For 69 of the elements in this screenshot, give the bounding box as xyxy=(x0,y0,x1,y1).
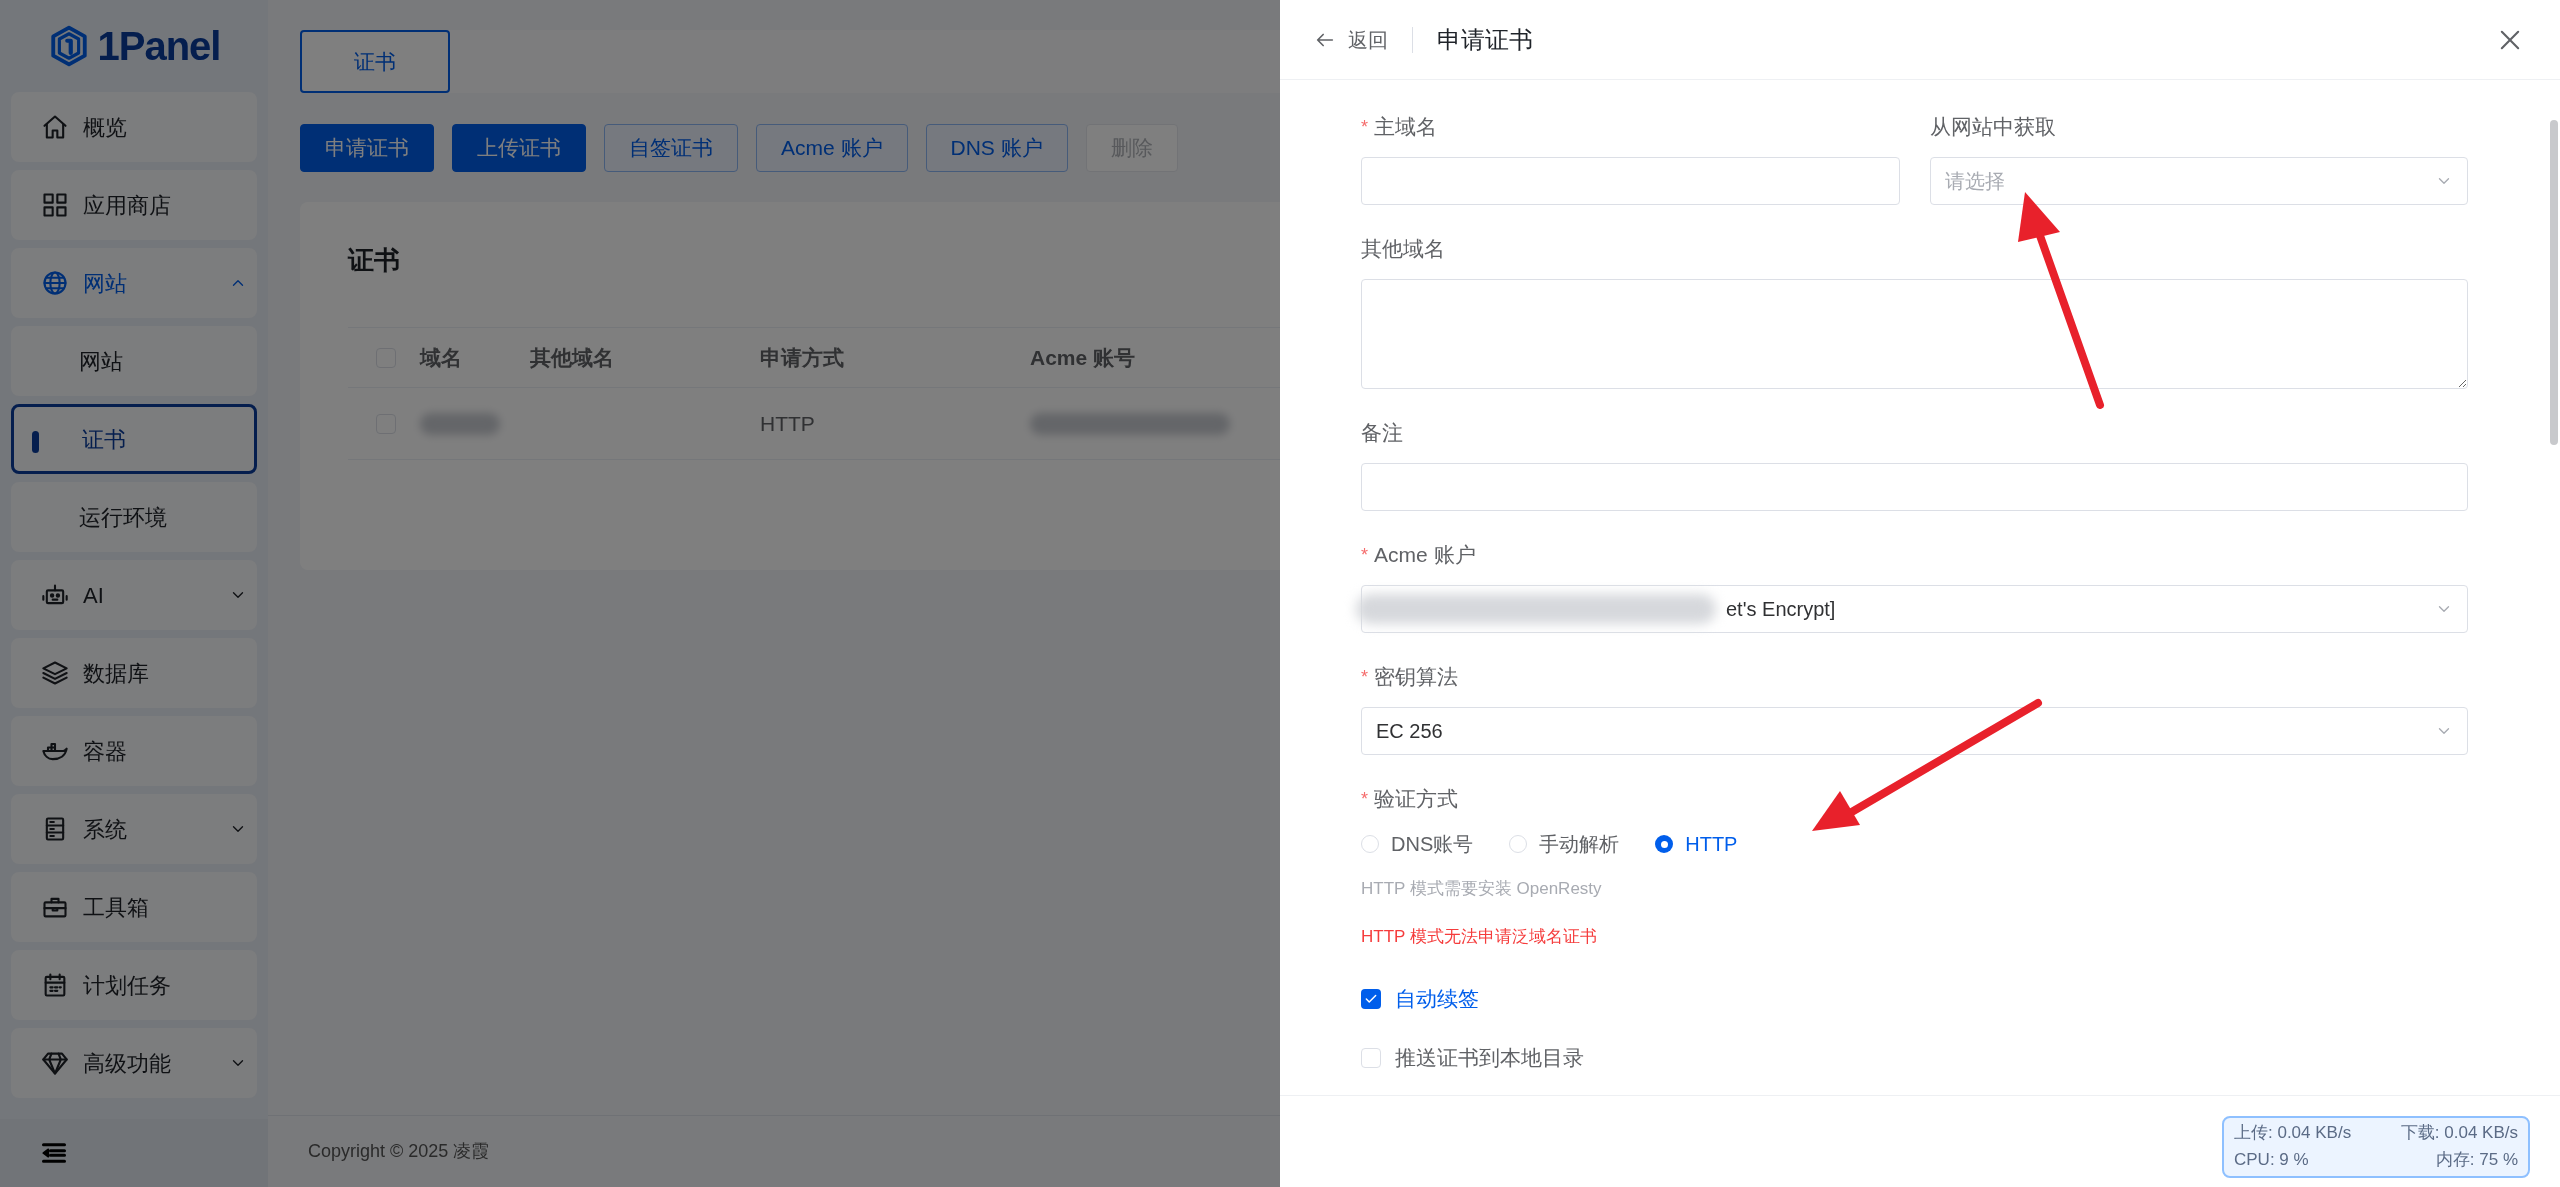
required-asterisk: * xyxy=(1361,787,1368,811)
column-header: 申请方式 xyxy=(760,344,845,371)
select-field[interactable]: 请选择 xyxy=(1929,157,2468,205)
card-title: 证书 xyxy=(348,244,401,277)
select-value: et's Encrypt] xyxy=(1726,597,1836,622)
field-label: 其他域名 xyxy=(1361,236,1445,263)
globe-icon xyxy=(41,269,69,297)
upload-speed: 上传: 0.04 KB/s xyxy=(2234,1122,2353,1144)
column-header: 域名 xyxy=(420,344,463,371)
sidebar-item[interactable]: AI xyxy=(11,560,257,630)
toolbar-button[interactable]: 上传证书 xyxy=(452,124,586,172)
column-header: Acme 账号 xyxy=(1030,344,1137,371)
radio-option[interactable]: DNS账号 xyxy=(1361,829,1474,859)
checkmark-icon xyxy=(1364,992,1378,1006)
error-message: HTTP 模式无法申请泛域名证书 xyxy=(1361,926,1598,949)
download-speed: 下载: 0.04 KB/s xyxy=(2399,1122,2518,1144)
submenu-item[interactable]: 运行环境 xyxy=(11,482,257,552)
drawer-title: 申请证书 xyxy=(1437,24,1533,55)
sidebar-item[interactable]: 数据库 xyxy=(11,638,257,708)
field-label: 密钥算法 xyxy=(1374,664,1458,691)
active-indicator xyxy=(32,431,39,453)
toolbar-button[interactable]: DNS 账户 xyxy=(925,124,1068,172)
home-icon xyxy=(41,113,69,141)
checkbox-option[interactable]: 推送证书到本地目录 xyxy=(1361,1043,2468,1073)
required-asterisk: * xyxy=(1361,665,1368,689)
column-header: 其他域名 xyxy=(530,344,615,371)
field-label: 备注 xyxy=(1361,420,1403,447)
sidebar-item[interactable]: 高级功能 xyxy=(11,1028,257,1098)
field-label: 主域名 xyxy=(1374,114,1437,141)
toolbar-button[interactable]: 自签证书 xyxy=(604,124,738,172)
text-area[interactable] xyxy=(1361,279,2468,389)
input-field[interactable] xyxy=(1361,463,2468,511)
grid-icon xyxy=(41,191,69,219)
toolbar-button[interactable]: 申请证书 xyxy=(300,124,434,172)
checkbox[interactable] xyxy=(1361,1048,1381,1068)
toolbar-button[interactable]: Acme 账户 xyxy=(756,124,908,172)
sidebar-item[interactable]: 工具箱 xyxy=(11,872,257,942)
field-label: 从网站中获取 xyxy=(1929,114,2056,141)
sidebar-item[interactable]: 网站 xyxy=(11,248,257,318)
sidebar-item[interactable]: 系统 xyxy=(11,794,257,864)
checkbox-option[interactable]: 自动续签 xyxy=(1361,984,2468,1014)
sidebar-item[interactable]: 概览 xyxy=(11,92,257,162)
sidebar-item[interactable]: 应用商店 xyxy=(11,170,257,240)
hint-text: HTTP 模式需要安装 OpenResty xyxy=(1361,878,1603,901)
scrollbar-thumb[interactable] xyxy=(2550,120,2558,445)
cpu-usage: CPU: 9 % xyxy=(2234,1149,2310,1171)
sidebar-item[interactable]: 容器 xyxy=(11,716,257,786)
select-placeholder: 请选择 xyxy=(1944,169,2005,194)
input-field[interactable] xyxy=(1361,157,1900,205)
required-asterisk: * xyxy=(1361,543,1368,567)
radio-option[interactable]: HTTP xyxy=(1655,829,1738,859)
radio-option[interactable]: 手动解析 xyxy=(1509,829,1620,859)
radio-button[interactable] xyxy=(1655,835,1674,853)
submenu-item[interactable]: 证书 xyxy=(11,404,257,474)
submenu-item[interactable]: 网站 xyxy=(11,326,257,396)
memory-usage: 内存: 75 % xyxy=(2434,1149,2518,1171)
required-asterisk: * xyxy=(1361,115,1368,139)
select-field[interactable]: EC 256 xyxy=(1361,707,2468,755)
layers-icon xyxy=(41,659,69,687)
sidebar-item[interactable]: 计划任务 xyxy=(11,950,257,1020)
tab[interactable]: 证书 xyxy=(300,30,450,93)
select-value: EC 256 xyxy=(1376,719,1443,744)
copyright-text: Copyright © 2025 凌霞 xyxy=(308,1140,490,1163)
logo-text: 1Panel xyxy=(97,23,221,70)
field-label: 验证方式 xyxy=(1374,786,1458,813)
back-button[interactable]: 返回 xyxy=(1314,24,1388,55)
table-cell-text: HTTP xyxy=(760,410,816,437)
checkbox[interactable] xyxy=(1361,989,1381,1009)
field-label: Acme 账户 xyxy=(1374,542,1476,569)
